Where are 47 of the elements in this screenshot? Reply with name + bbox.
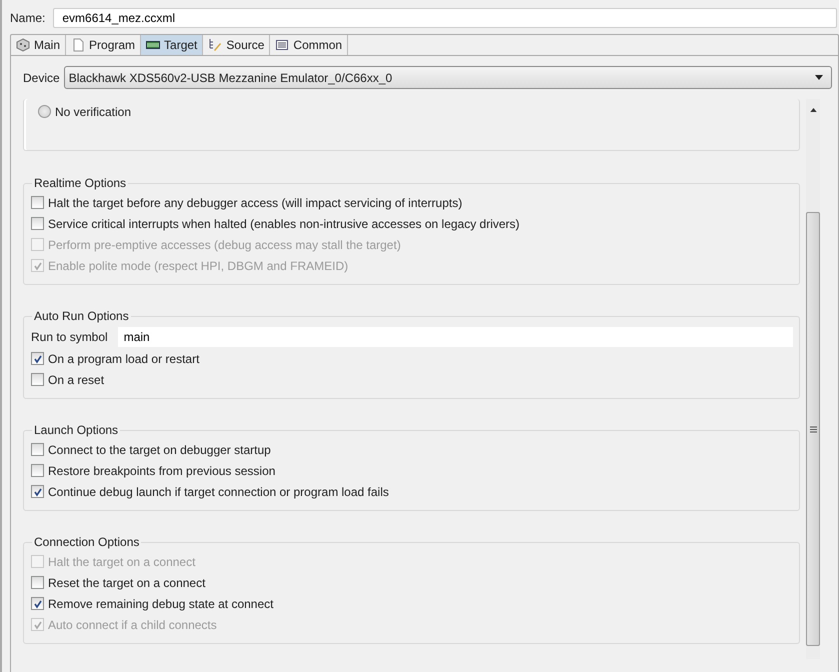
checkbox[interactable] [31,352,44,365]
field-label: Run to symbol [31,330,108,344]
name-field[interactable]: evm6614_mez.ccxml [53,8,837,28]
checkbox-label: On a reset [48,372,104,386]
name-label: Name: [10,11,46,25]
checkbox-label: Continue debug launch if target connection or program load fails [48,484,389,498]
tab[interactable]: Target [141,35,204,55]
cube-icon [16,38,30,52]
checkbox[interactable] [31,485,44,498]
tab[interactable]: Main [11,35,66,55]
radio-button[interactable] [38,105,51,118]
device-dropdown[interactable]: Blackhawk XDS560v2-USB Mezzanine Emulator_0/C66xx_0 [64,66,832,89]
board-icon [146,38,160,52]
group-title: Connection Options [33,535,140,549]
checkbox-label: Connect to the target on debugger startup [48,442,271,456]
tab[interactable]: Source [203,35,270,55]
group-title: Launch Options [33,423,120,437]
checkbox[interactable] [31,464,44,477]
checkbox[interactable] [31,597,44,610]
checkbox-label: Halt the target before any debugger access (will impact servicing of interrupts) [48,196,462,210]
checkbox[interactable] [31,443,44,456]
checkbox[interactable] [31,576,44,589]
checkbox-label: Service critical interrupts when halted (enables non-intrusive accesses on legacy drivers) [48,216,520,230]
tree-pencil-icon [208,38,222,52]
group-title: Auto Run Options [33,309,130,323]
tab[interactable]: Common [270,35,348,55]
checkbox-label: Restore breakpoints from previous session [48,464,276,478]
checkbox-label: Remove remaining debug state at connect [48,596,274,610]
checkbox-label: Reset the target on a connect [48,576,206,590]
checkbox-label: Enable polite mode (respect HPI, DBGM and FRAMEID) [48,258,348,272]
checkbox-label: On a program load or restart [48,352,200,366]
checkbox-label: Perform pre-emptive accesses (debug access may stall the target) [48,238,401,252]
page-icon [71,38,86,52]
caret-icon [815,75,823,80]
scrollbar-thumb[interactable] [806,212,820,646]
list-icon [275,38,290,52]
checkbox-label: Auto connect if a child connects [48,618,217,632]
checkbox[interactable] [31,217,44,230]
checkbox[interactable] [31,373,44,386]
scroll-up-icon[interactable] [810,108,816,112]
device-label: Device [23,70,60,84]
radio-option[interactable]: No verification [38,99,793,122]
vertical-scrollbar[interactable] [806,99,820,659]
checkbox-label: Halt the target on a connect [48,554,196,568]
group-title: Realtime Options [33,176,128,190]
symbol-field[interactable]: main [118,326,793,346]
checkbox[interactable] [31,196,44,209]
